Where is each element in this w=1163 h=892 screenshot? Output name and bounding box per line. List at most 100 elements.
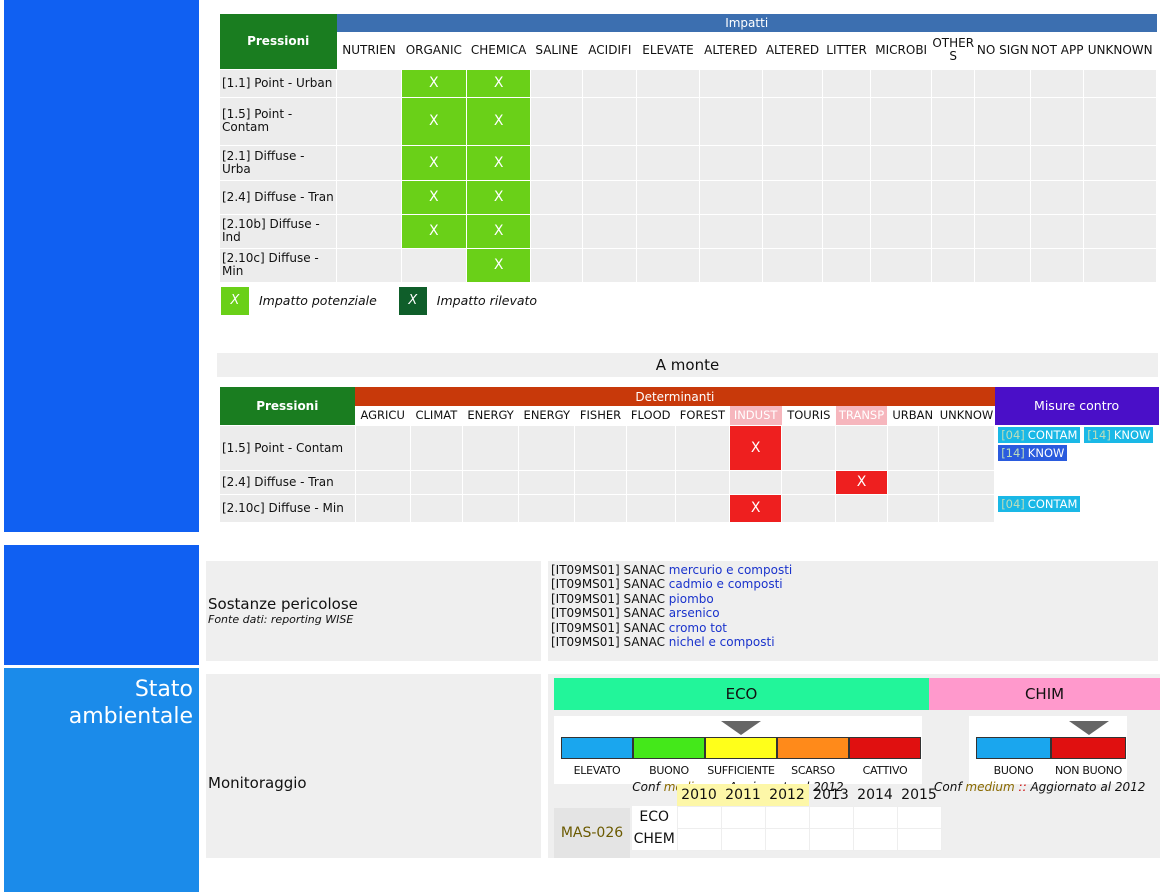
det-column-header: URBAN: [887, 406, 939, 425]
det-cell: [937, 493, 996, 523]
year-header: 2010: [677, 784, 721, 806]
year-cell: [720, 805, 766, 829]
measure-badge[interactable]: [04] CONTAM: [998, 426, 1081, 443]
impacts-cell: [822, 179, 872, 215]
measure-badge[interactable]: [04] CONTAM: [998, 495, 1081, 512]
impacts-cell: X: [400, 144, 467, 181]
det-cell: X: [729, 424, 783, 471]
years-table: 2010 2011 2012 2013 2014 2015 ECO CHEM: [632, 784, 942, 851]
impacts-table: Pressioni Impatti NUTRIEN ORGANIC CHEMICA SAL…: [218, 14, 1157, 283]
hazardous-item-prefix: [IT09MS01] SANAC: [551, 563, 665, 577]
impacts-cell: [761, 213, 824, 249]
det-column-header: INDUST: [729, 406, 782, 425]
impacts-row-label: [2.4] Diffuse - Tran: [218, 179, 338, 215]
impacts-cell: [1030, 144, 1085, 181]
det-column-header: UNKNOW: [938, 406, 995, 425]
eco-scale-segment: [705, 737, 777, 759]
impacts-cell: [974, 96, 1032, 146]
det-cell: [354, 424, 411, 471]
measure-badge[interactable]: [14] KNOW: [998, 444, 1068, 461]
eco-scale: [561, 737, 921, 759]
impacts-cell: X: [465, 247, 532, 283]
years-row-label: ECO: [632, 806, 677, 828]
side-strip-hazardous: [4, 545, 199, 665]
det-cell: [461, 493, 520, 523]
hazardous-item-name[interactable]: cromo tot: [669, 621, 727, 635]
impacts-cell: [336, 144, 402, 181]
impacts-cell: [530, 96, 584, 146]
hazardous-source: Fonte dati: reporting WISE: [208, 613, 354, 626]
det-cell: [625, 424, 676, 471]
measure-text: CONTAM: [1027, 496, 1078, 511]
impacts-cell: X: [400, 179, 467, 215]
impacts-cell: [761, 68, 824, 98]
monitor-label-cell: Monitoraggio: [206, 674, 541, 858]
det-row: [1.5] Point - Contam X [04] CONTAM [14] KNOW…: [219, 424, 1159, 471]
impacts-columns-row: NUTRIEN ORGANIC CHEMICA SALINE ACIDIFI ELEVAT…: [220, 32, 1157, 69]
impacts-cell: [822, 247, 872, 283]
hazardous-item-name[interactable]: cadmio e composti: [669, 577, 783, 591]
year-header: 2012: [765, 784, 809, 806]
station-code: MAS-026: [554, 808, 630, 858]
det-cell: [574, 469, 627, 495]
det-header-row: Pressioni Determinanti Misure contro: [219, 387, 1159, 425]
impacts-cell: [698, 247, 763, 283]
det-cell: [409, 424, 463, 471]
impacts-column-header: MICROBI: [870, 32, 932, 69]
impacts-cell: [1083, 179, 1157, 215]
hazardous-item-name[interactable]: mercurio e composti: [669, 563, 792, 577]
eco-scale-label: BUONO: [649, 764, 689, 777]
impacts-cell: [582, 247, 638, 283]
eco-title: ECO: [725, 685, 758, 703]
status-side-title: Stato ambientale: [4, 668, 199, 730]
chim-conf-date: Aggiornato al 2012: [1030, 780, 1146, 794]
det-cell: [461, 469, 520, 495]
year-cell: [808, 827, 854, 851]
measure-code: [14]: [1001, 445, 1025, 460]
impacts-cell: [761, 144, 824, 181]
hazardous-item-name[interactable]: piombo: [669, 592, 714, 606]
year-cell: [852, 827, 898, 851]
hazardous-list: [IT09MS01] SANAC mercurio e composti [IT0…: [551, 563, 792, 649]
eco-scale-label: SCARSO: [791, 764, 835, 777]
measure-text: KNOW: [1027, 445, 1065, 460]
impacts-cell: [974, 68, 1032, 98]
hazardous-list-cell: [IT09MS01] SANAC mercurio e composti [IT0…: [548, 561, 1158, 661]
eco-scale-labels: ELEVATO BUONO SUFFICIENTE SCARSO CATTIVO: [561, 763, 921, 777]
impacts-legend: X Impatto potenziale X Impatto rilevato: [219, 287, 1157, 317]
upstream-title-bar: A monte: [217, 353, 1158, 377]
year-cell: [720, 827, 766, 851]
hazardous-item-name[interactable]: arsenico: [669, 606, 720, 620]
det-cell: [886, 469, 939, 495]
det-cell: [354, 493, 411, 523]
side-strip-pressures: [4, 0, 199, 532]
det-cell: [674, 493, 731, 523]
chim-scale-segment: [976, 737, 1051, 759]
monitor-label: Monitoraggio: [208, 774, 307, 792]
chim-scale-label: NON BUONO: [1054, 764, 1123, 777]
impacts-row: [2.1] Diffuse - Urba X X: [218, 144, 1157, 181]
det-cell: X: [729, 493, 783, 523]
impacts-cell: [974, 247, 1032, 283]
impacts-cell: [530, 213, 584, 249]
impacts-cell: [1030, 96, 1085, 146]
det-row: [2.10c] Diffuse - Min X [04] CONTAM: [219, 493, 1159, 523]
impacts-cell: [530, 144, 584, 181]
impacts-column-header: OTHER S: [931, 32, 975, 69]
hazardous-item-name[interactable]: nichel e composti: [669, 635, 775, 649]
impacts-cell: [870, 179, 933, 215]
det-row-label: [2.10c] Diffuse - Min: [219, 493, 356, 523]
impacts-column-header: CHEMICA: [466, 32, 531, 69]
impacts-column-header: NO SIGN: [974, 32, 1031, 69]
impacts-cell: X: [465, 179, 532, 215]
eco-scale-segment: [633, 737, 705, 759]
det-cell: [781, 424, 837, 471]
det-cell: [574, 493, 627, 523]
hazardous-item: [IT09MS01] SANAC arsenico: [551, 606, 792, 620]
impacts-cell: [822, 144, 872, 181]
det-cell: [937, 469, 996, 495]
impacts-cell: [822, 68, 872, 98]
impacts-cell: [931, 144, 976, 181]
det-row: [2.4] Diffuse - Tran X: [219, 469, 1159, 495]
measure-badge[interactable]: [14] KNOW: [1084, 426, 1154, 443]
